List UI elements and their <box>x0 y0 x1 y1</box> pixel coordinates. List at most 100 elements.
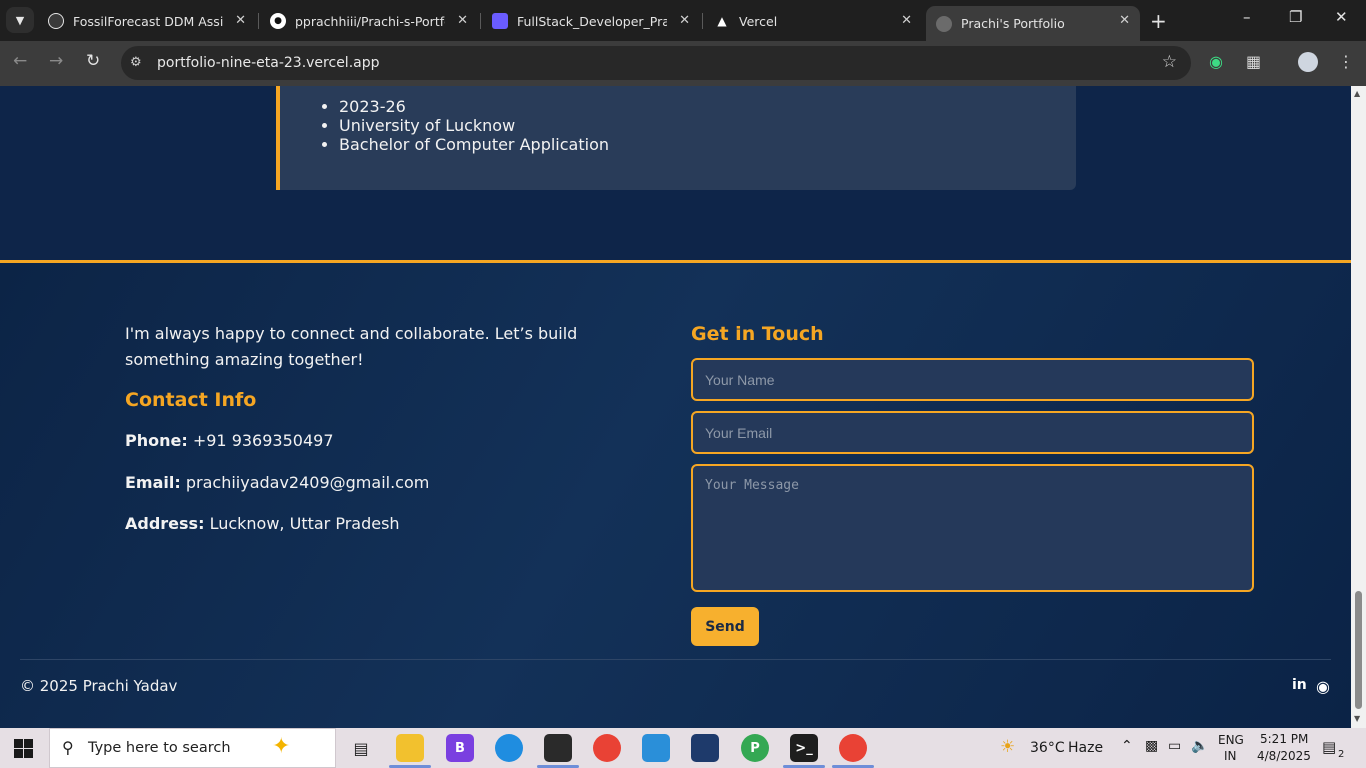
chrome-active-icon[interactable] <box>832 734 874 768</box>
tab-title: FullStack_Developer_Prachi_Y <box>517 13 667 29</box>
education-section: 2023-26 University of Lucknow Bachelor o… <box>0 86 1351 260</box>
email-value: prachiiyadav2409@gmail.com <box>185 473 430 492</box>
forward-icon[interactable]: → <box>49 51 63 71</box>
task-view-icon[interactable]: ▤ <box>347 734 375 762</box>
clock-time[interactable]: 5:21 PM <box>1260 732 1308 746</box>
tab-fossilforecast[interactable]: FossilForecast DDM Assistant ✕ <box>38 6 256 36</box>
vscode-icon[interactable] <box>642 734 670 762</box>
send-button[interactable]: Send <box>691 607 759 646</box>
menu-kebab-icon[interactable]: ⋮ <box>1338 52 1354 71</box>
message-textarea[interactable] <box>691 464 1254 592</box>
email-line: Email: prachiiyadav2409@gmail.com <box>125 473 429 492</box>
language-region[interactable]: IN <box>1224 749 1237 763</box>
name-input[interactable] <box>691 358 1254 401</box>
windows-start-icon[interactable] <box>14 739 33 758</box>
copilot-sparkle-icon[interactable]: ✦ <box>272 734 290 759</box>
chevron-up-icon[interactable]: ⌃ <box>1121 738 1133 754</box>
email-label: Email: <box>125 473 181 492</box>
tab-title: Prachi's Portfolio <box>961 16 1065 31</box>
minimize-icon[interactable]: – <box>1243 8 1251 26</box>
taskbar-search-box[interactable]: ⚲ Type here to search ✦ <box>49 728 336 768</box>
tab-title: Vercel <box>739 13 778 29</box>
phone-line: Phone: +91 9369350497 <box>125 431 334 450</box>
contact-intro-text: I'm always happy to connect and collabor… <box>125 324 578 369</box>
close-tab-icon[interactable]: ✕ <box>679 13 690 28</box>
new-tab-icon[interactable]: + <box>1150 9 1167 33</box>
scroll-up-arrow-icon[interactable]: ▲ <box>1354 89 1360 98</box>
language-code[interactable]: ENG <box>1218 733 1244 747</box>
tab-title: pprachhiii/Prachi-s-Portfolio <box>295 13 445 29</box>
tab-separator <box>258 13 259 29</box>
bootstrap-studio-icon[interactable]: B <box>446 734 474 762</box>
terminal-icon[interactable]: >_ <box>783 734 825 768</box>
clock-date[interactable]: 4/8/2025 <box>1257 749 1311 763</box>
profile-avatar-icon[interactable] <box>1298 52 1318 72</box>
vercel-icon: ▲ <box>717 14 727 28</box>
notifications-icon[interactable]: ▤ <box>1322 738 1336 756</box>
footer-divider <box>20 659 1331 660</box>
tab-separator <box>702 13 703 29</box>
tab-separator <box>480 13 481 29</box>
back-icon[interactable]: ← <box>13 51 27 71</box>
tab-search-button[interactable]: ▼ <box>6 7 34 33</box>
address-value: Lucknow, Uttar Pradesh <box>209 514 400 533</box>
globe-icon <box>936 15 952 32</box>
weather-icon[interactable]: ☀ <box>1000 737 1015 757</box>
get-in-touch-heading: Get in Touch <box>691 323 824 345</box>
education-university: University of Lucknow <box>339 116 609 135</box>
network-settings-icon[interactable]: ▩ <box>1145 738 1158 754</box>
chrome-profile-icon[interactable]: P <box>741 734 769 762</box>
notification-count: 2 <box>1338 749 1345 760</box>
tab-resume-doc[interactable]: FullStack_Developer_Prachi_Y ✕ <box>482 6 700 36</box>
scroll-down-arrow-icon[interactable]: ▼ <box>1354 714 1360 723</box>
browser-tab-strip: ▼ FossilForecast DDM Assistant ✕ ● pprac… <box>0 0 1366 41</box>
close-tab-icon[interactable]: ✕ <box>457 13 468 28</box>
address-label: Address: <box>125 514 205 533</box>
scrollbar-thumb[interactable] <box>1355 591 1362 709</box>
mysql-workbench-icon[interactable] <box>691 734 719 762</box>
email-input[interactable] <box>691 411 1254 454</box>
openai-icon <box>48 13 64 29</box>
tab-portfolio[interactable]: Prachi's Portfolio ✕ <box>926 6 1140 41</box>
chevron-down-icon: ▼ <box>15 13 25 27</box>
education-degree: Bachelor of Computer Application <box>339 135 609 154</box>
phone-label: Phone: <box>125 431 188 450</box>
tab-github[interactable]: ● pprachhiii/Prachi-s-Portfolio ✕ <box>260 6 478 36</box>
contact-info-heading: Contact Info <box>125 389 257 411</box>
windows-taskbar: ⚲ Type here to search ✦ ▤ B P >_ ☀ 36°C … <box>0 728 1366 768</box>
page-viewport: 2023-26 University of Lucknow Bachelor o… <box>0 86 1351 728</box>
file-explorer-icon[interactable] <box>389 734 431 768</box>
weather-temp[interactable]: 36°C <box>1030 740 1065 756</box>
url-text[interactable]: portfolio-nine-eta-23.vercel.app <box>157 55 380 71</box>
battery-icon[interactable]: ▭ <box>1168 738 1181 754</box>
education-list: 2023-26 University of Lucknow Bachelor o… <box>339 97 609 154</box>
doc-icon <box>492 13 508 29</box>
page-scrollbar[interactable]: ▲ ▼ <box>1351 86 1366 728</box>
extension-eye-icon[interactable]: ◉ <box>1209 52 1223 71</box>
weather-desc[interactable]: Haze <box>1068 740 1103 756</box>
education-year: 2023-26 <box>339 97 609 116</box>
phone-value: +91 9369350497 <box>192 431 334 450</box>
address-bar[interactable]: ⚙ portfolio-nine-eta-23.vercel.app ☆ <box>121 46 1191 80</box>
volume-icon[interactable]: 🔈 <box>1191 738 1208 754</box>
linkedin-icon[interactable]: in <box>1292 677 1307 693</box>
tab-vercel[interactable]: ▲ Vercel ✕ <box>704 6 922 36</box>
address-line: Address: Lucknow, Uttar Pradesh <box>125 514 400 533</box>
github-icon[interactable]: ◉ <box>1316 677 1330 696</box>
edge-icon[interactable] <box>495 734 523 762</box>
close-tab-icon[interactable]: ✕ <box>901 13 912 28</box>
close-tab-icon[interactable]: ✕ <box>235 13 246 28</box>
extensions-puzzle-icon[interactable]: ▦ <box>1246 52 1261 71</box>
copyright-text: © 2025 Prachi Yadav <box>20 677 178 695</box>
github-desktop-icon[interactable] <box>537 734 579 768</box>
browser-toolbar: ← → ↻ ⚙ portfolio-nine-eta-23.vercel.app… <box>0 41 1366 86</box>
github-icon: ● <box>270 13 286 29</box>
bookmark-star-icon[interactable]: ☆ <box>1162 52 1177 72</box>
close-window-icon[interactable]: ✕ <box>1335 8 1348 26</box>
taskbar-search-placeholder: Type here to search <box>88 740 231 756</box>
close-tab-icon[interactable]: ✕ <box>1119 13 1130 28</box>
chrome-icon[interactable] <box>593 734 621 762</box>
site-info-icon[interactable]: ⚙ <box>130 55 142 70</box>
restore-icon[interactable]: ❐ <box>1289 8 1302 26</box>
reload-icon[interactable]: ↻ <box>86 51 100 71</box>
